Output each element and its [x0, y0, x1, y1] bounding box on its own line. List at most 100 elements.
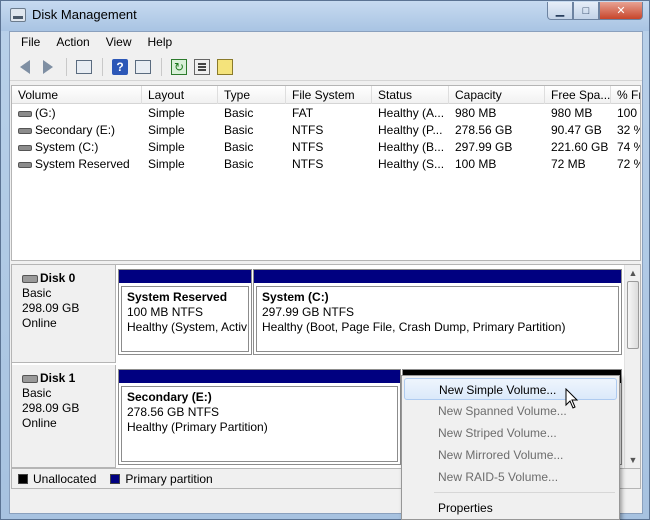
- context-menu: New Simple Volume... New Spanned Volume.…: [401, 375, 620, 520]
- vertical-scrollbar[interactable]: ▲ ▼: [624, 265, 640, 468]
- percent-free-cell: 74 %: [617, 140, 640, 154]
- volume-row[interactable]: Secondary (E:) Simple Basic NTFS Healthy…: [12, 122, 640, 139]
- menu-view[interactable]: View: [98, 32, 140, 52]
- volume-name-cell: System (C:): [12, 139, 142, 156]
- volume-name: (G:): [35, 106, 56, 120]
- toolbar: ? ↻: [10, 53, 642, 81]
- volume-row[interactable]: (G:) Simple Basic FAT Healthy (A... 980 …: [12, 105, 640, 122]
- mouse-cursor-icon: [565, 388, 579, 409]
- status-cell: Healthy (P...: [378, 123, 443, 137]
- legend-unallocated: Unallocated: [33, 471, 97, 486]
- column-free-space[interactable]: Free Spa...: [545, 86, 611, 104]
- column-status[interactable]: Status: [372, 86, 449, 104]
- maximize-button[interactable]: □: [573, 2, 599, 20]
- disk-size: 298.09 GB: [22, 301, 80, 315]
- close-button[interactable]: ✕: [599, 2, 643, 20]
- refresh-icon: ↻: [171, 58, 187, 75]
- column-volume[interactable]: Volume: [12, 86, 142, 104]
- help-button[interactable]: ?: [109, 56, 131, 78]
- action-pane-icon: [135, 59, 151, 74]
- partition-details: System (C:) 297.99 GB NTFS Healthy (Boot…: [256, 286, 619, 352]
- menu-properties[interactable]: Properties: [404, 497, 617, 519]
- console-tree-button[interactable]: [73, 56, 95, 78]
- volume-list: Volume Layout Type File System Status Ca…: [11, 85, 641, 280]
- partition-system-c[interactable]: System (C:) 297.99 GB NTFS Healthy (Boot…: [253, 269, 622, 355]
- window-title: Disk Management: [32, 7, 137, 22]
- disk-type: Basic: [22, 286, 52, 300]
- volume-name: System (C:): [35, 140, 99, 154]
- back-button[interactable]: [14, 56, 36, 78]
- type-cell: Basic: [224, 157, 254, 171]
- free-space-cell: 221.60 GB: [551, 140, 609, 154]
- disk-status: Online: [22, 316, 57, 330]
- partition-size: 278.56 GB NTFS: [127, 405, 220, 419]
- menu-new-striped-volume[interactable]: New Striped Volume...: [404, 422, 617, 444]
- forward-icon: [43, 59, 53, 74]
- primary-partition-bar: [119, 270, 251, 283]
- menu-help[interactable]: Help: [140, 32, 181, 52]
- status-cell: Healthy (A...: [378, 106, 445, 120]
- volume-row[interactable]: System Reserved Simple Basic NTFS Health…: [12, 156, 640, 173]
- status-cell: Healthy (S...: [378, 157, 445, 171]
- column-layout[interactable]: Layout: [142, 86, 218, 104]
- partition-name: System (C:): [262, 290, 329, 304]
- file-system-cell: NTFS: [292, 157, 324, 171]
- volume-name-cell: System Reserved: [12, 156, 142, 173]
- free-space-cell: 980 MB: [551, 106, 593, 120]
- volume-name-cell: Secondary (E:): [12, 122, 142, 139]
- forward-button[interactable]: [37, 56, 59, 78]
- partition-details: Secondary (E:) 278.56 GB NTFS Healthy (P…: [121, 386, 398, 462]
- column-percent-free[interactable]: % Fre: [611, 86, 640, 104]
- column-capacity[interactable]: Capacity: [449, 86, 545, 104]
- menu-new-simple-volume[interactable]: New Simple Volume...: [404, 378, 617, 400]
- disk-management-app-icon: [10, 8, 26, 22]
- menu-file[interactable]: File: [13, 32, 48, 52]
- menu-new-raid5-volume[interactable]: New RAID-5 Volume...: [404, 466, 617, 488]
- drive-icon: [18, 127, 32, 134]
- layout-cell: Simple: [148, 140, 185, 154]
- status-cell: Healthy (B...: [378, 140, 445, 154]
- settings-button[interactable]: [214, 56, 236, 78]
- disk-size: 298.09 GB: [22, 401, 80, 415]
- disk-0-label[interactable]: Disk 0 Basic 298.09 GB Online: [12, 265, 116, 363]
- toolbar-separator: [102, 57, 103, 76]
- volume-name-cell: (G:): [12, 105, 142, 122]
- disk-1-label[interactable]: Disk 1 Basic 298.09 GB Online: [12, 365, 116, 468]
- disk-icon: [22, 374, 38, 383]
- primary-partition-bar: [119, 370, 400, 383]
- disk-name: Disk 1: [40, 371, 76, 385]
- file-system-cell: FAT: [292, 106, 314, 120]
- primary-partition-swatch: [110, 473, 121, 484]
- menu-new-spanned-volume[interactable]: New Spanned Volume...: [404, 400, 617, 422]
- partition-status: Healthy (Primary Partition): [127, 420, 268, 434]
- partition-details: System Reserved 100 MB NTFS Healthy (Sys…: [121, 286, 249, 352]
- title-bar[interactable]: Disk Management ▁ □ ✕: [1, 1, 649, 31]
- partition-secondary-e[interactable]: Secondary (E:) 278.56 GB NTFS Healthy (P…: [118, 369, 401, 465]
- properties-button[interactable]: [191, 56, 213, 78]
- window-controls: ▁ □ ✕: [547, 2, 643, 20]
- help-icon: ?: [112, 58, 128, 75]
- menu-separator: [434, 492, 615, 493]
- drive-icon: [18, 110, 32, 117]
- layout-cell: Simple: [148, 157, 185, 171]
- scroll-down-icon[interactable]: ▼: [626, 453, 640, 467]
- capacity-cell: 297.99 GB: [455, 140, 513, 154]
- column-type[interactable]: Type: [218, 86, 286, 104]
- layout-cell: Simple: [148, 123, 185, 137]
- column-file-system[interactable]: File System: [286, 86, 372, 104]
- disk-status: Online: [22, 416, 57, 430]
- action-pane-button[interactable]: [132, 56, 154, 78]
- partition-status: Healthy (System, Activ: [127, 320, 248, 334]
- partition-name: Secondary (E:): [127, 390, 212, 404]
- scroll-thumb[interactable]: [627, 281, 639, 349]
- minimize-button[interactable]: ▁: [547, 2, 573, 20]
- menu-action[interactable]: Action: [48, 32, 97, 52]
- menu-new-mirrored-volume[interactable]: New Mirrored Volume...: [404, 444, 617, 466]
- partition-system-reserved[interactable]: System Reserved 100 MB NTFS Healthy (Sys…: [118, 269, 252, 355]
- settings-icon: [217, 58, 233, 75]
- refresh-button[interactable]: ↻: [168, 56, 190, 78]
- volume-row[interactable]: System (C:) Simple Basic NTFS Healthy (B…: [12, 139, 640, 156]
- capacity-cell: 100 MB: [455, 157, 497, 171]
- free-space-cell: 90.47 GB: [551, 123, 602, 137]
- scroll-up-icon[interactable]: ▲: [626, 266, 640, 280]
